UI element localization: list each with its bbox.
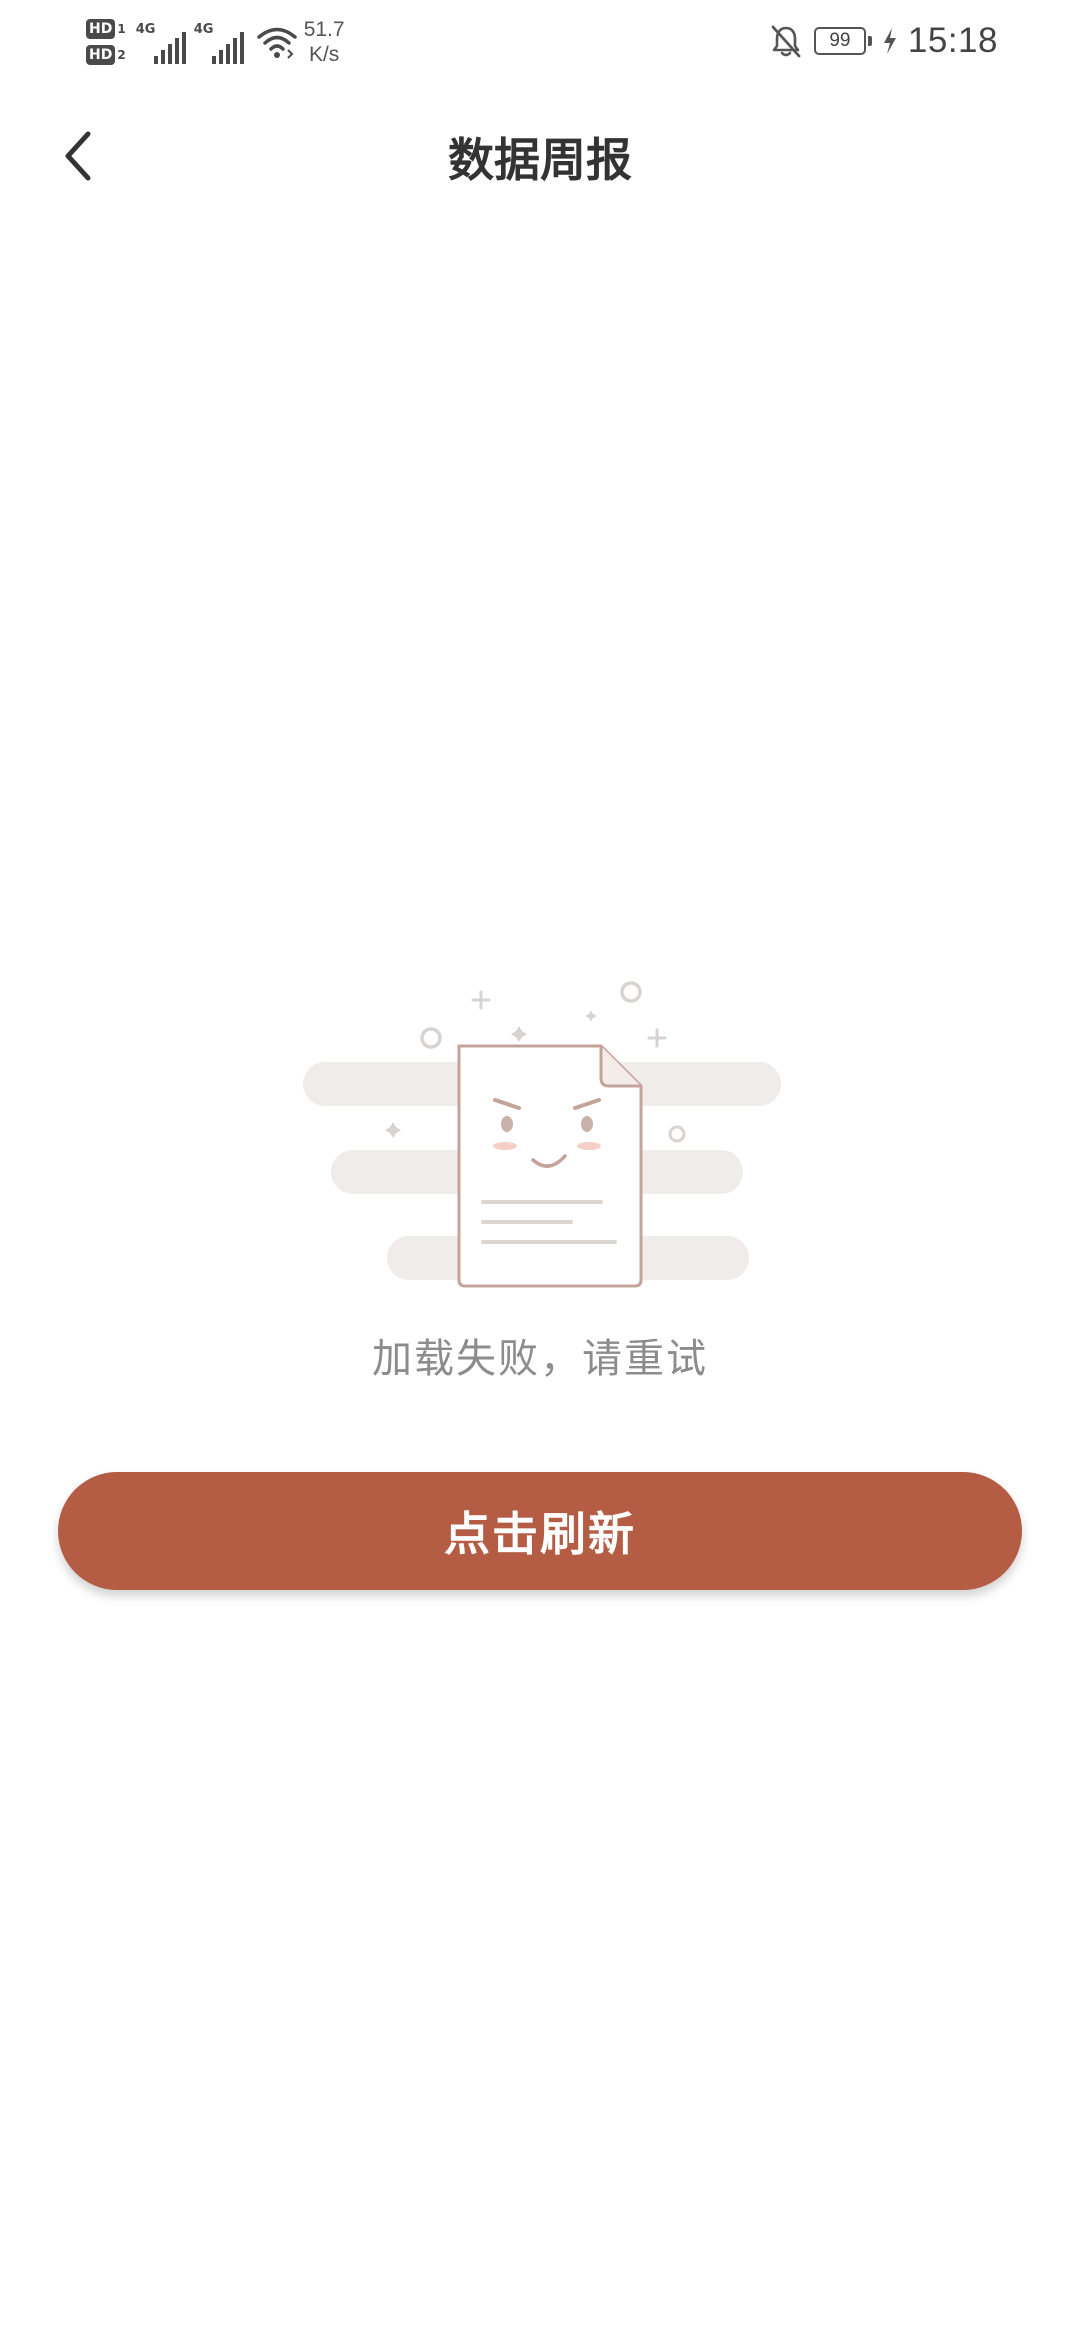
network-type: 4G (135, 22, 156, 37)
speed-unit: K/s (308, 43, 340, 66)
page-title: 数据周报 (448, 133, 632, 187)
wifi-icon (256, 27, 297, 59)
refresh-button[interactable]: 点击刷新 (58, 1472, 1022, 1590)
sim-number: 1 (117, 22, 126, 36)
charging-icon (883, 28, 896, 54)
battery-icon: 99 (813, 27, 872, 55)
app-header: 数据周报 (0, 100, 1080, 212)
sad-document-illustration (303, 981, 781, 1288)
hd-badge-2: HD 2 (86, 45, 126, 65)
signal-icon (211, 30, 244, 64)
hd-label: HD (86, 45, 116, 65)
bell-off-icon (771, 25, 801, 58)
signal-icon (153, 30, 186, 64)
network-speed: 51.7 K/s (304, 17, 345, 67)
hd-badge-1: HD 1 (86, 19, 126, 39)
sim-number: 2 (117, 48, 126, 62)
battery-level: 99 (813, 27, 866, 55)
hd-label: HD (86, 19, 116, 39)
speed-value: 51.7 (303, 18, 345, 41)
error-message: 加载失败，请重试 (372, 1336, 708, 1382)
clock: 15:18 (907, 21, 998, 60)
status-bar-right: 99 15:18 (768, 14, 998, 68)
signal-sim-2: 4G (194, 20, 244, 64)
status-bar: HD 1 HD 2 4G 4G 51.7 K/s 99 15:18 (0, 0, 1080, 78)
battery-cap (867, 36, 872, 46)
network-type: 4G (193, 22, 214, 37)
hd-indicators: HD 1 HD 2 (86, 19, 126, 65)
signal-sim-1: 4G (136, 20, 186, 64)
status-bar-left: HD 1 HD 2 4G 4G 51.7 K/s (86, 12, 345, 72)
